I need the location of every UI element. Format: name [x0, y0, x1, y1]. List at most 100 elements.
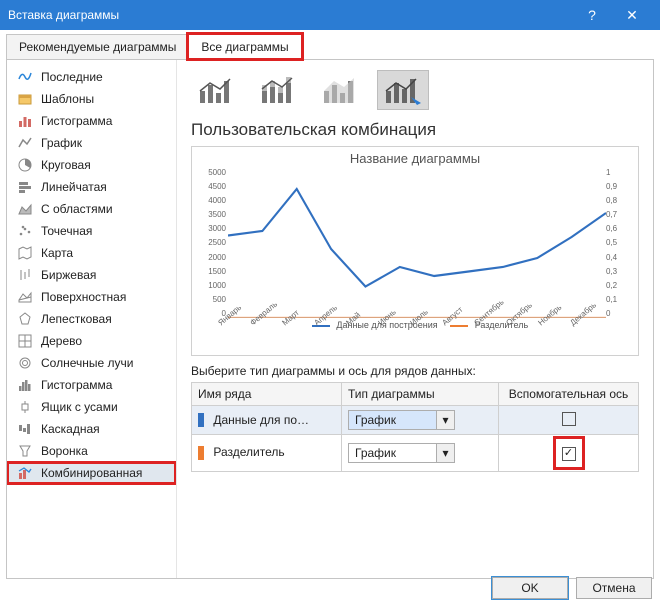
treemap-chart-icon: [17, 333, 33, 349]
sidebar-item-waterfall[interactable]: Каскадная: [7, 418, 176, 440]
sidebar-item-treemap[interactable]: Дерево: [7, 330, 176, 352]
sidebar-item-label: Гистограмма: [41, 378, 112, 392]
sidebar-item-line[interactable]: График: [7, 132, 176, 154]
series-color-chip: [198, 446, 204, 460]
surface-chart-icon: [17, 289, 33, 305]
sidebar-item-label: График: [41, 136, 82, 150]
series-type-cell: График ▾: [342, 435, 499, 472]
sidebar-item-scatter[interactable]: Точечная: [7, 220, 176, 242]
map-chart-icon: [17, 245, 33, 261]
series-name-label: Данные для по…: [213, 413, 309, 427]
stock-chart-icon: [17, 267, 33, 283]
sunburst-chart-icon: [17, 355, 33, 371]
col-header-type: Тип диаграммы: [342, 383, 499, 406]
waterfall-chart-icon: [17, 421, 33, 437]
sidebar-item-templates[interactable]: Шаблоны: [7, 88, 176, 110]
line-chart-icon: [17, 135, 33, 151]
sidebar-item-surface[interactable]: Поверхностная: [7, 286, 176, 308]
secondary-axis-checkbox[interactable]: [562, 412, 576, 426]
secondary-axis-cell: ✓: [499, 435, 639, 472]
chart-type-select[interactable]: График ▾: [348, 443, 455, 463]
tab-bar: Рекомендуемые диаграммы Все диаграммы: [0, 34, 660, 59]
tab-recommended[interactable]: Рекомендуемые диаграммы: [6, 34, 189, 59]
combo-chart-icon: [17, 465, 33, 481]
subtype-custom[interactable]: [377, 70, 429, 110]
series-name-cell: Разделитель: [192, 435, 342, 472]
y-axis-left: 5000450040003500300025002000150010005000: [196, 168, 226, 318]
area-chart-icon: [17, 201, 33, 217]
tab-all[interactable]: Все диаграммы: [188, 34, 301, 59]
radar-chart-icon: [17, 311, 33, 327]
sidebar-item-column[interactable]: Гистограмма: [7, 110, 176, 132]
sidebar-item-radar[interactable]: Лепестковая: [7, 308, 176, 330]
x-axis-labels: ЯнварьФевральМартАпрельМайИюньИюльАвгуст…: [226, 317, 608, 347]
pie-chart-icon: [17, 157, 33, 173]
chart-preview: Название диаграммы 500045004000350030002…: [191, 146, 639, 356]
sidebar-item-recent[interactable]: Последние: [7, 66, 176, 88]
chevron-down-icon: ▾: [436, 444, 454, 462]
sidebar-item-label: Шаблоны: [41, 92, 94, 106]
sidebar-item-label: Гистограмма: [41, 114, 112, 128]
button-label: OK: [521, 581, 538, 595]
chart-type-select[interactable]: График ▾: [348, 410, 455, 430]
secondary-axis-cell: [499, 406, 639, 435]
sidebar-item-label: Лепестковая: [41, 312, 112, 326]
sidebar-item-funnel[interactable]: Воронка: [7, 440, 176, 462]
histogram-chart-icon: [17, 377, 33, 393]
bar-chart-icon: [17, 179, 33, 195]
sidebar-item-label: Солнечные лучи: [41, 356, 133, 370]
button-label: Отмена: [592, 581, 635, 595]
col-header-name: Имя ряда: [192, 383, 342, 406]
close-button[interactable]: ✕: [612, 7, 652, 24]
subtype-stacked-line[interactable]: [253, 70, 305, 110]
ok-button[interactable]: OK: [492, 577, 568, 599]
sidebar-item-label: Круговая: [41, 158, 91, 172]
cancel-button[interactable]: Отмена: [576, 577, 652, 599]
series-row-2[interactable]: Разделитель График ▾ ✓: [192, 435, 639, 472]
series-color-chip: [198, 413, 204, 427]
select-value: График: [349, 413, 436, 427]
dialog-panel: Последние Шаблоны Гистограмма График Кру…: [6, 59, 654, 579]
series-row-1[interactable]: Данные для по… График ▾: [192, 406, 639, 435]
sidebar-item-histogram[interactable]: Гистограмма: [7, 374, 176, 396]
footer-buttons: OK Отмена: [492, 577, 652, 599]
select-value: График: [349, 446, 436, 460]
sidebar-item-combo[interactable]: Комбинированная: [7, 462, 176, 484]
sidebar-item-sunburst[interactable]: Солнечные лучи: [7, 352, 176, 374]
series-grid: Имя ряда Тип диаграммы Вспомогательная о…: [191, 382, 639, 472]
sidebar-item-stock[interactable]: Биржевая: [7, 264, 176, 286]
sidebar-item-label: Дерево: [41, 334, 82, 348]
tab-label: Все диаграммы: [201, 40, 288, 54]
sidebar-item-label: Точечная: [41, 224, 92, 238]
sidebar-item-boxwhisker[interactable]: Ящик с усами: [7, 396, 176, 418]
column-chart-icon: [17, 113, 33, 129]
help-button[interactable]: ?: [572, 7, 612, 23]
content-pane: Пользовательская комбинация Название диа…: [177, 60, 653, 578]
subtype-clustered-line[interactable]: [191, 70, 243, 110]
sidebar-item-label: Ящик с усами: [41, 400, 118, 414]
series-grid-label: Выберите тип диаграммы и ось для рядов д…: [191, 364, 639, 378]
sidebar-item-label: Линейчатая: [41, 180, 107, 194]
chart-title: Название диаграммы: [194, 151, 636, 166]
sidebar-item-area[interactable]: С областями: [7, 198, 176, 220]
chart-svg: [228, 168, 606, 318]
sidebar-item-map[interactable]: Карта: [7, 242, 176, 264]
subtype-stacked-area[interactable]: [315, 70, 367, 110]
sidebar-item-label: Биржевая: [41, 268, 96, 282]
col-header-axis: Вспомогательная ось: [499, 383, 639, 406]
funnel-chart-icon: [17, 443, 33, 459]
sidebar-item-label: Воронка: [41, 444, 88, 458]
tab-label: Рекомендуемые диаграммы: [19, 40, 176, 54]
sidebar-item-pie[interactable]: Круговая: [7, 154, 176, 176]
window-title: Вставка диаграммы: [8, 8, 119, 22]
subtype-row: [191, 70, 639, 110]
scatter-chart-icon: [17, 223, 33, 239]
sidebar-item-label: Карта: [41, 246, 73, 260]
section-title: Пользовательская комбинация: [191, 120, 639, 140]
series-name-cell: Данные для по…: [192, 406, 342, 435]
sidebar-item-label: Поверхностная: [41, 290, 126, 304]
sidebar-item-label: Комбинированная: [41, 466, 142, 480]
sidebar-item-bar[interactable]: Линейчатая: [7, 176, 176, 198]
series-name-label: Разделитель: [213, 445, 284, 459]
secondary-axis-checkbox[interactable]: ✓: [562, 447, 576, 461]
